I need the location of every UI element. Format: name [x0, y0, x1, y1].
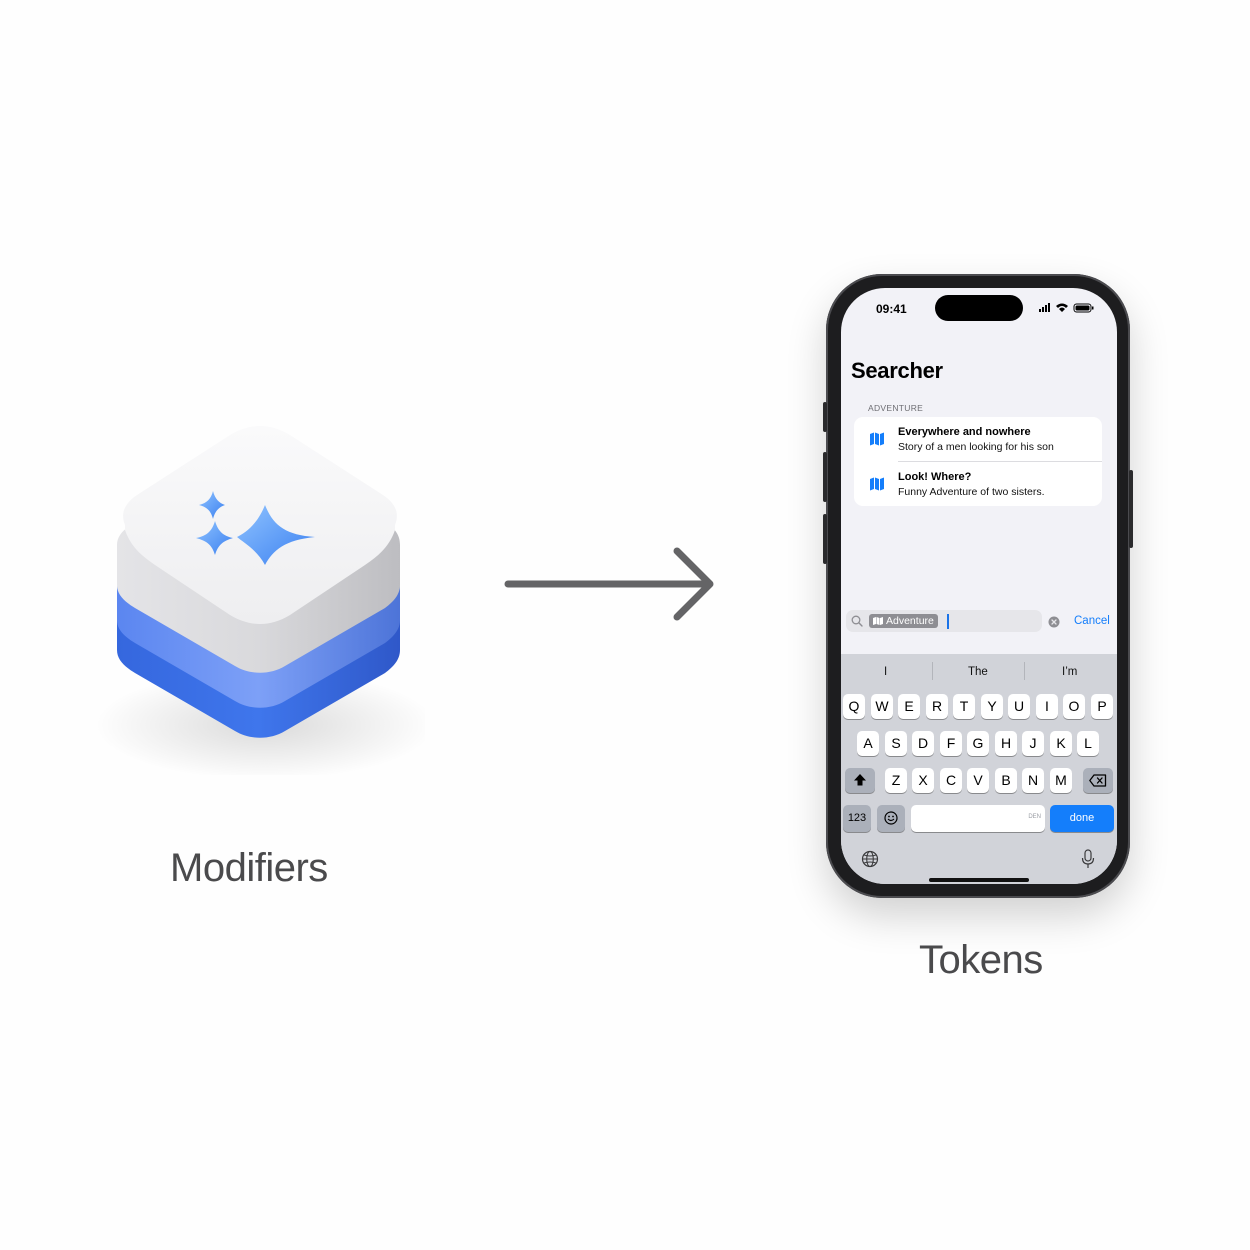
map-icon — [870, 432, 884, 446]
key-w[interactable]: W — [871, 694, 893, 719]
key-q[interactable]: Q — [843, 694, 865, 719]
cancel-button[interactable]: Cancel — [1074, 615, 1110, 627]
key-z[interactable]: Z — [885, 768, 907, 793]
list-item[interactable]: Everywhere and nowhere Story of a men lo… — [854, 417, 1102, 462]
volume-up-button — [823, 452, 827, 502]
home-indicator — [929, 878, 1029, 882]
action-button — [823, 402, 827, 432]
key-r[interactable]: R — [926, 694, 948, 719]
page-title: Searcher — [851, 358, 943, 383]
suggestion-1[interactable]: I — [884, 666, 887, 678]
done-key[interactable]: done — [1050, 805, 1114, 832]
volume-down-button — [823, 514, 827, 564]
search-token[interactable]: Adventure — [869, 614, 938, 628]
map-icon — [870, 477, 884, 491]
key-g[interactable]: G — [967, 731, 989, 756]
text-caret — [947, 614, 949, 629]
key-k[interactable]: K — [1050, 731, 1072, 756]
swiftui-stack-icon — [95, 426, 425, 775]
key-m[interactable]: M — [1050, 768, 1072, 793]
key-e[interactable]: E — [898, 694, 920, 719]
tokens-caption: Tokens — [919, 938, 1043, 982]
map-icon — [873, 617, 883, 625]
key-c[interactable]: C — [940, 768, 962, 793]
shift-icon — [854, 774, 866, 786]
suggestion-2[interactable]: The — [968, 666, 988, 678]
delete-icon — [1089, 774, 1107, 787]
key-b[interactable]: B — [995, 768, 1017, 793]
dynamic-island — [935, 295, 1023, 321]
emoji-icon — [884, 811, 898, 825]
key-n[interactable]: N — [1022, 768, 1044, 793]
section-header: ADVENTURE — [868, 403, 924, 413]
row-subtitle: Story of a men looking for his son — [898, 441, 1054, 453]
keyboard: I The I’m Q W E R T Y U I O P A S D F G … — [841, 654, 1117, 884]
key-f[interactable]: F — [940, 731, 962, 756]
shift-key[interactable] — [845, 768, 875, 793]
row-subtitle: Funny Adventure of two sisters. — [898, 486, 1045, 498]
key-p[interactable]: P — [1091, 694, 1113, 719]
row-title: Look! Where? — [898, 471, 972, 483]
search-icon — [851, 615, 863, 627]
key-a[interactable]: A — [857, 731, 879, 756]
key-j[interactable]: J — [1022, 731, 1044, 756]
arrow-right-icon — [504, 547, 714, 621]
modifiers-caption: Modifiers — [170, 846, 328, 890]
key-s[interactable]: S — [885, 731, 907, 756]
token-label: Adventure — [886, 615, 934, 627]
globe-icon[interactable] — [861, 850, 879, 868]
key-x[interactable]: X — [912, 768, 934, 793]
power-button — [1129, 470, 1133, 548]
status-time: 09:41 — [876, 302, 907, 316]
suggestion-divider — [932, 662, 933, 680]
search-field[interactable]: Adventure — [846, 610, 1042, 632]
key-y[interactable]: Y — [981, 694, 1003, 719]
key-i[interactable]: I — [1036, 694, 1058, 719]
key-h[interactable]: H — [995, 731, 1017, 756]
row-title: Everywhere and nowhere — [898, 426, 1031, 438]
key-t[interactable]: T — [953, 694, 975, 719]
emoji-key[interactable] — [877, 805, 905, 832]
suggestion-3[interactable]: I’m — [1062, 666, 1077, 678]
key-l[interactable]: L — [1077, 731, 1099, 756]
key-u[interactable]: U — [1008, 694, 1030, 719]
suggestion-divider — [1024, 662, 1025, 680]
space-hint: DEN — [1028, 814, 1041, 820]
delete-key[interactable] — [1083, 768, 1113, 793]
clear-icon[interactable] — [1048, 616, 1060, 628]
results-list: Everywhere and nowhere Story of a men lo… — [854, 417, 1102, 506]
key-v[interactable]: V — [967, 768, 989, 793]
phone-screen: 09:41 Searcher ADVENTURE Everywhere and … — [841, 288, 1117, 884]
key-d[interactable]: D — [912, 731, 934, 756]
list-item[interactable]: Look! Where? Funny Adventure of two sist… — [854, 462, 1102, 506]
status-icons — [1039, 303, 1094, 313]
microphone-icon[interactable] — [1081, 849, 1095, 869]
numbers-key[interactable]: 123 — [843, 805, 871, 832]
key-o[interactable]: O — [1063, 694, 1085, 719]
space-key[interactable]: DEN — [911, 805, 1045, 832]
